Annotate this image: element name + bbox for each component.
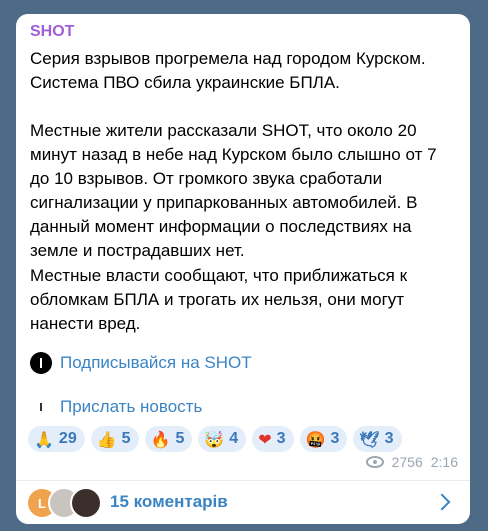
- praying-hands-icon: 🙏: [34, 429, 54, 449]
- message-bubble: SHOT Серия взрывов прогремела над городо…: [16, 14, 470, 524]
- reaction-count: 4: [229, 430, 239, 447]
- reaction-dove[interactable]: 🕊 3: [353, 426, 402, 452]
- channel-name[interactable]: SHOT: [30, 23, 74, 41]
- reactions-bar: 🙏 29 👍 5 🔥 5 🤯 4 ❤ 3 🤬 3 🕊 3: [28, 426, 402, 452]
- message-meta: 2756 2:16: [365, 454, 458, 470]
- reaction-exploding-head[interactable]: 🤯 4: [198, 426, 247, 452]
- fire-icon: 🔥: [150, 429, 171, 449]
- comments-label: 15 коментарів: [110, 492, 228, 511]
- eye-icon: [365, 456, 384, 468]
- divider: [16, 480, 470, 481]
- shot-logo-icon: [30, 352, 52, 374]
- angry-face-icon: 🤬: [305, 429, 326, 449]
- reaction-heart[interactable]: ❤ 3: [252, 426, 294, 452]
- reaction-count: 5: [121, 430, 131, 447]
- view-count: 2756: [391, 454, 423, 470]
- reaction-count: 3: [384, 430, 394, 447]
- send-news-link[interactable]: Прислать новость: [30, 396, 202, 418]
- avatar: [70, 487, 102, 519]
- exploding-head-icon: 🤯: [204, 429, 225, 449]
- reaction-praying[interactable]: 🙏 29: [28, 426, 85, 452]
- message-paragraph-3: Местные власти сообщают, что приближатьс…: [30, 266, 408, 333]
- reaction-count: 3: [330, 430, 340, 447]
- commenter-avatars: L: [26, 487, 102, 519]
- dove-icon: 🕊: [359, 429, 380, 449]
- reaction-count: 5: [175, 430, 185, 447]
- message-paragraph-1: Серия взрывов прогремела над городом Кур…: [30, 49, 426, 92]
- reaction-fire[interactable]: 🔥 5: [144, 426, 193, 452]
- thumbs-up-icon: 👍: [96, 429, 117, 449]
- reaction-angry[interactable]: 🤬 3: [299, 426, 348, 452]
- chevron-right-icon: [433, 493, 451, 511]
- heart-icon: ❤: [258, 429, 272, 449]
- subscribe-link-label: Подписывайся на SHOT: [60, 353, 252, 372]
- reaction-count: 29: [58, 430, 77, 447]
- message-paragraph-2: Местные жители рассказали SHOT, что окол…: [30, 121, 437, 260]
- comments-button[interactable]: L 15 коментарів: [26, 485, 460, 519]
- bullet-icon: [30, 396, 52, 418]
- reaction-count: 3: [276, 430, 286, 447]
- reaction-thumbs-up[interactable]: 👍 5: [90, 426, 139, 452]
- message-time: 2:16: [430, 454, 458, 470]
- send-news-link-label: Прислать новость: [60, 397, 203, 416]
- subscribe-link[interactable]: Подписывайся на SHOT: [30, 352, 252, 374]
